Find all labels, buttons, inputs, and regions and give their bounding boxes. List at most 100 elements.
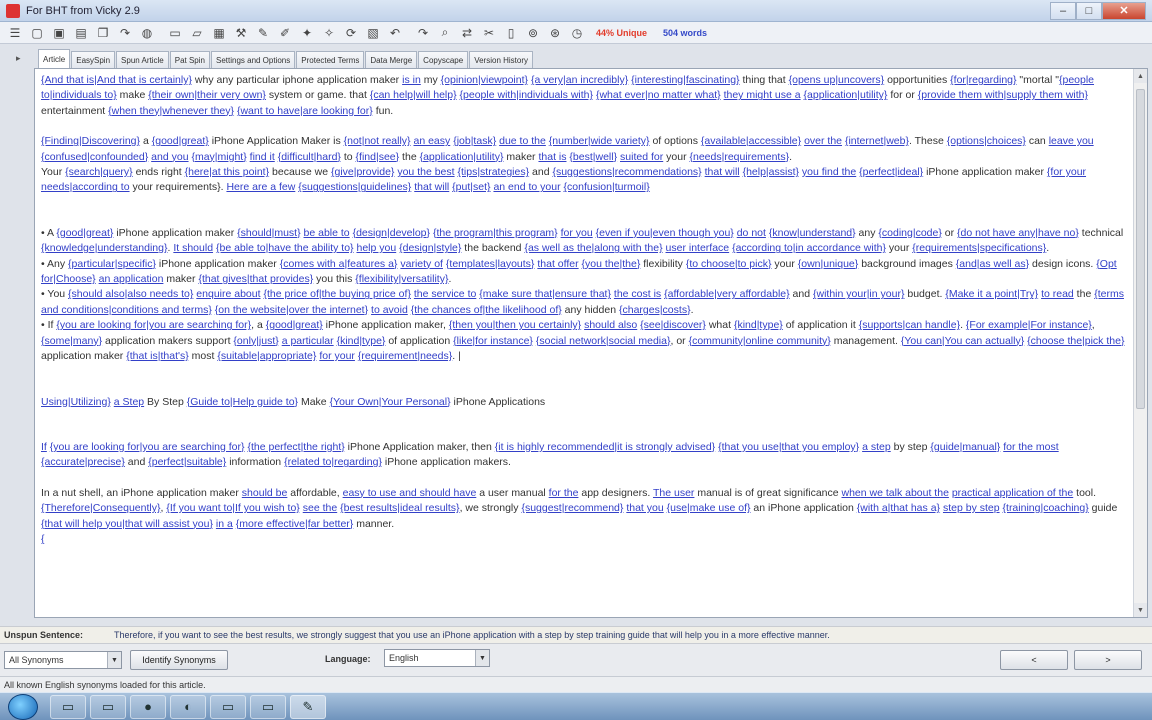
- spintax-segment[interactable]: {help|assist}: [743, 166, 799, 178]
- spintax-segment[interactable]: {internet|web}: [845, 135, 909, 147]
- spintax-segment[interactable]: that will: [705, 166, 740, 178]
- spintax-segment[interactable]: for you: [561, 227, 593, 239]
- language-select[interactable]: English ▼: [384, 649, 490, 667]
- spintax-segment[interactable]: {want to have|are looking for}: [237, 105, 373, 117]
- spintax-segment[interactable]: {application|utility}: [804, 89, 888, 101]
- spintax-segment[interactable]: {confusion|turmoil}: [564, 181, 650, 193]
- spintax-segment[interactable]: {give|provide}: [331, 166, 394, 178]
- previous-button[interactable]: <: [1000, 650, 1068, 670]
- spintax-segment[interactable]: {what ever|no matter what}: [596, 89, 721, 101]
- spintax-segment[interactable]: {opens up|uncovers}: [789, 74, 885, 86]
- article-paragraph[interactable]: If {you are looking for|you are searchin…: [41, 440, 1131, 471]
- spintax-segment[interactable]: {a very|an incredibly}: [531, 74, 628, 86]
- chevron-down-icon[interactable]: ▼: [107, 652, 121, 668]
- spintax-segment[interactable]: should also: [584, 319, 637, 331]
- spintax-segment[interactable]: {do not have any|have no}: [957, 227, 1079, 239]
- spintax-segment[interactable]: that offer: [537, 258, 578, 270]
- redo2-icon[interactable]: ↷: [414, 24, 432, 42]
- spintax-segment[interactable]: {more effective|far better}: [236, 518, 354, 530]
- spintax-segment[interactable]: {choose the|pick the}: [1027, 335, 1124, 347]
- spintax-segment[interactable]: {tips|strategies}: [457, 166, 529, 178]
- spintax-segment[interactable]: {Guide to|Help guide to}: [187, 396, 298, 408]
- tool-icon[interactable]: ⚒: [232, 24, 250, 42]
- spintax-segment[interactable]: {find|see}: [356, 151, 400, 163]
- spintax-segment[interactable]: {particular|specific}: [68, 258, 156, 270]
- spintax-segment[interactable]: {interesting|fascinating}: [631, 74, 739, 86]
- window-icon[interactable]: ▭: [250, 694, 286, 719]
- spintax-segment[interactable]: {may|might}: [191, 151, 246, 163]
- article-paragraph[interactable]: {Finding|Discovering} a {good|great} iPh…: [41, 134, 1131, 165]
- spintax-segment[interactable]: {on the website|over the internet}: [215, 304, 368, 316]
- spintax-segment[interactable]: {put|set}: [452, 181, 490, 193]
- spintax-segment[interactable]: {for|regarding}: [950, 74, 1016, 86]
- spintax-segment[interactable]: to avoid: [371, 304, 408, 316]
- spintax-segment[interactable]: It should: [173, 242, 213, 254]
- vertical-scrollbar[interactable]: ▲ ▼: [1133, 69, 1147, 617]
- spintax-segment[interactable]: {then you|then you certainly}: [449, 319, 581, 331]
- spintax-segment[interactable]: for the most: [1003, 441, 1058, 453]
- list-icon[interactable]: ☰: [6, 24, 24, 42]
- spintax-segment[interactable]: {For example|For instance}: [966, 319, 1092, 331]
- spintax-segment[interactable]: {their own|their very own}: [148, 89, 266, 101]
- spintax-segment[interactable]: {affordable|very affordable}: [664, 288, 790, 300]
- spintax-segment[interactable]: leave you: [1049, 135, 1094, 147]
- spintax-segment[interactable]: {good|great}: [56, 227, 113, 239]
- spintax-segment[interactable]: you the best: [397, 166, 454, 178]
- spintax-segment[interactable]: {opinion|viewpoint}: [441, 74, 528, 86]
- spintax-segment[interactable]: {comes with a|features a}: [280, 258, 398, 270]
- spintax-segment[interactable]: be able to: [304, 227, 350, 239]
- spintax-segment[interactable]: {perfect|suitable}: [148, 456, 226, 468]
- spintax-segment[interactable]: {use|make use of}: [667, 502, 751, 514]
- article-paragraph[interactable]: • You {should also|also needs to} enquir…: [41, 287, 1131, 318]
- tab-protected-terms[interactable]: Protected Terms: [296, 51, 365, 68]
- spintax-segment[interactable]: {Make it a point|Try}: [945, 288, 1038, 300]
- spintax-segment[interactable]: {Therefore|Consequently}: [41, 502, 160, 514]
- spintax-segment[interactable]: {suitable|appropriate}: [217, 350, 316, 362]
- magic-icon[interactable]: ✦: [298, 24, 316, 42]
- spintax-segment[interactable]: the cost is: [614, 288, 661, 300]
- spintax-segment[interactable]: {search|query}: [65, 166, 133, 178]
- spintax-segment[interactable]: the service to: [414, 288, 476, 300]
- tab-data-merge[interactable]: Data Merge: [365, 51, 418, 68]
- spintax-segment[interactable]: help you: [356, 242, 396, 254]
- spintax-segment[interactable]: to read: [1041, 288, 1074, 300]
- spintax-segment[interactable]: {that is|that's}: [126, 350, 189, 362]
- spintax-segment[interactable]: {good|great}: [266, 319, 323, 331]
- spintax-segment[interactable]: for your: [319, 350, 355, 362]
- folder-open-icon[interactable]: ▱: [188, 24, 206, 42]
- spintax-segment[interactable]: {kind|type}: [337, 335, 386, 347]
- spintax-segment[interactable]: {available|accessible}: [701, 135, 801, 147]
- tab-version-history[interactable]: Version History: [469, 51, 533, 68]
- spintax-segment[interactable]: {perfect|ideal}: [859, 166, 923, 178]
- minimize-button[interactable]: –: [1050, 1, 1076, 20]
- spintax-segment[interactable]: see the: [303, 502, 337, 514]
- spintax-segment[interactable]: you find the: [802, 166, 856, 178]
- spintax-segment[interactable]: {suggestions|recommendations}: [552, 166, 701, 178]
- spintax-segment[interactable]: {people with|individuals with}: [460, 89, 593, 101]
- spintax-segment[interactable]: {templates|layouts}: [446, 258, 535, 270]
- spintax-segment[interactable]: {kind|type}: [734, 319, 783, 331]
- spintax-segment[interactable]: {as well as the|along with the}: [524, 242, 662, 254]
- spintax-segment[interactable]: in a: [216, 518, 233, 530]
- spintax-segment[interactable]: practical application of the: [952, 487, 1073, 499]
- spintax-segment[interactable]: {suggestions|guidelines}: [298, 181, 411, 193]
- spintax-segment[interactable]: {Finding|Discovering}: [41, 135, 140, 147]
- spintax-segment[interactable]: {the program|this program}: [433, 227, 558, 239]
- spin-icon[interactable]: ⟳: [342, 24, 360, 42]
- spintax-segment[interactable]: and you: [151, 151, 188, 163]
- spintax-segment[interactable]: {when they|whenever they}: [108, 105, 234, 117]
- spintax-segment[interactable]: {can help|will help}: [370, 89, 457, 101]
- replace-icon[interactable]: ⇄: [458, 24, 476, 42]
- scroll-up-icon[interactable]: ▲: [1134, 69, 1147, 83]
- article-paragraph[interactable]: • If {you are looking for|you are search…: [41, 318, 1131, 364]
- next-button[interactable]: >: [1074, 650, 1142, 670]
- tab-spun-article[interactable]: Spun Article: [116, 51, 169, 68]
- close-button[interactable]: ✕: [1102, 1, 1146, 20]
- spintax-segment[interactable]: when we talk about the: [842, 487, 949, 499]
- spintax-segment[interactable]: a particular: [282, 335, 334, 347]
- spintax-segment[interactable]: a step: [862, 441, 891, 453]
- app-icon[interactable]: ▭: [210, 694, 246, 719]
- spintax-segment[interactable]: {charges|costs}: [619, 304, 691, 316]
- spintax-segment[interactable]: {that will help you|that will assist you…: [41, 518, 213, 530]
- binoculars-icon[interactable]: ⊚: [524, 24, 542, 42]
